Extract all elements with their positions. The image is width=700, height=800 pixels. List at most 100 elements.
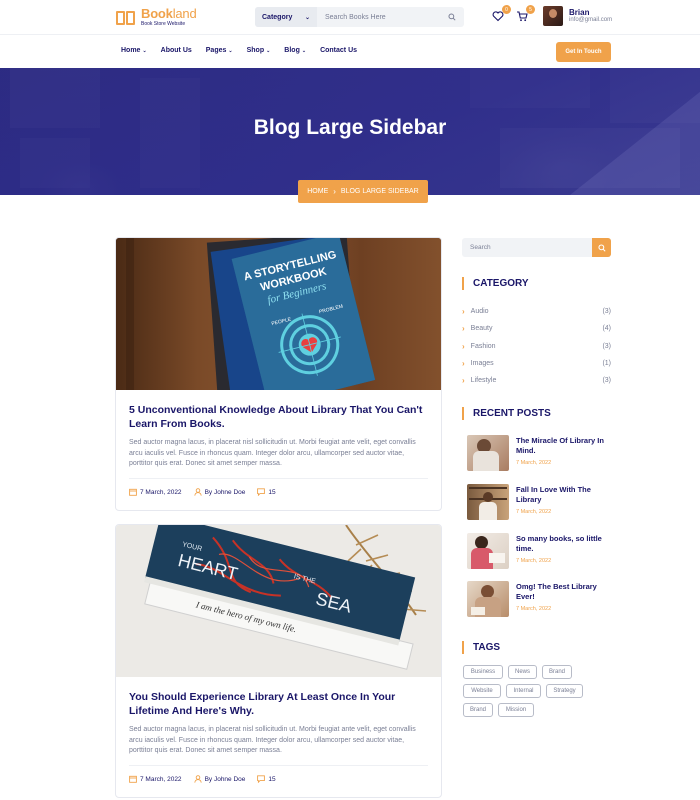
chevron-down-icon: ⌄ xyxy=(266,48,271,54)
search-icon xyxy=(597,243,606,252)
nav-item-about[interactable]: About Us xyxy=(161,47,192,54)
post-image[interactable]: I am the hero of my own life. YOUR HEART… xyxy=(116,525,441,677)
wishlist-count-badge: 0 xyxy=(502,5,511,14)
post-meta: 7 March, 2022 By Johne Doe 15 xyxy=(116,479,441,497)
comment-icon xyxy=(257,488,266,497)
recent-post-title[interactable]: So many books, so little time. xyxy=(516,534,612,554)
recent-post-item[interactable]: Fall In Love With The Library 7 March, 2… xyxy=(467,484,612,520)
tag-chip[interactable]: Website xyxy=(463,684,501,698)
nav-item-contact[interactable]: Contact Us xyxy=(320,47,357,54)
post-date: 7 March, 2022 xyxy=(129,488,182,496)
user-icon xyxy=(193,488,202,496)
wishlist-button[interactable]: 0 xyxy=(492,5,511,23)
recent-posts-widget-title: RECENT POSTS xyxy=(462,407,551,420)
post-title[interactable]: 5 Unconventional Knowledge About Library… xyxy=(116,390,441,432)
sidebar-search-button[interactable] xyxy=(592,238,611,257)
page-title: Blog Large Sidebar xyxy=(253,116,447,139)
recent-post-date: 7 March, 2022 xyxy=(516,460,552,467)
user-name: Brian xyxy=(569,7,590,17)
nav-item-home[interactable]: Home ⌄ xyxy=(121,47,147,54)
recent-post-thumbnail[interactable] xyxy=(467,533,509,569)
search-input[interactable]: Search Books Here xyxy=(317,7,464,27)
post-image[interactable]: A STORYTELLING WORKBOOK for Beginners PE… xyxy=(116,238,441,390)
recent-post-title[interactable]: Fall In Love With The Library xyxy=(516,485,612,505)
cart-count-badge: 5 xyxy=(526,5,535,14)
category-item[interactable]: › Beauty (4) xyxy=(462,320,611,337)
recent-post-thumbnail[interactable] xyxy=(467,581,509,617)
user-email: info@gmail.com xyxy=(569,17,613,24)
get-in-touch-button[interactable]: Get In Touch xyxy=(556,42,611,62)
header-search: Category ⌄ Search Books Here xyxy=(255,7,464,27)
breadcrumb-home[interactable]: HOME xyxy=(307,188,328,195)
recent-post-thumbnail[interactable] xyxy=(467,484,509,520)
blog-post-card: A STORYTELLING WORKBOOK for Beginners PE… xyxy=(115,237,442,511)
post-meta: 7 March, 2022 By Johne Doe 15 xyxy=(116,766,441,784)
category-item[interactable]: › Fashion (3) xyxy=(462,338,611,355)
chevron-right-icon: › xyxy=(462,324,465,334)
search-placeholder: Search Books Here xyxy=(325,13,386,21)
chevron-down-icon: ⌄ xyxy=(304,14,310,21)
book-logo-icon xyxy=(116,9,136,26)
nav-item-blog[interactable]: Blog ⌄ xyxy=(284,47,306,54)
sidebar-search: Search xyxy=(462,238,611,257)
recent-post-date: 7 March, 2022 xyxy=(516,606,552,613)
site-logo[interactable]: Bookland Book Store Website xyxy=(116,6,197,27)
category-item[interactable]: › Images (1) xyxy=(462,355,611,372)
recent-post-title[interactable]: Omg! The Best Library Ever! xyxy=(516,582,612,602)
cart-button[interactable]: 5 xyxy=(516,5,535,23)
blog-post-card: I am the hero of my own life. YOUR HEART… xyxy=(115,524,442,798)
breadcrumb-current: BLOG LARGE SIDEBAR xyxy=(340,188,419,195)
tag-chip[interactable]: Business xyxy=(463,665,503,679)
logo-name: Bookland xyxy=(141,6,197,21)
category-item[interactable]: › Lifestyle (3) xyxy=(462,372,611,389)
sidebar-search-input[interactable]: Search xyxy=(462,238,592,257)
chevron-right-icon: › xyxy=(462,376,465,386)
recent-post-title[interactable]: The Miracle Of Library In Mind. xyxy=(516,436,612,456)
post-date: 7 March, 2022 xyxy=(129,775,182,783)
nav-item-shop[interactable]: Shop ⌄ xyxy=(247,47,271,54)
recent-post-date: 7 March, 2022 xyxy=(516,509,552,516)
calendar-icon xyxy=(129,489,137,496)
category-list: › Audio (3) › Beauty (4) › Fashion (3) › Images… xyxy=(462,303,611,389)
logo-tagline: Book Store Website xyxy=(141,21,186,27)
recent-post-date: 7 March, 2022 xyxy=(516,558,552,565)
tag-chip[interactable]: News xyxy=(508,665,537,679)
tag-chip[interactable]: Mission xyxy=(498,703,534,717)
tag-chip[interactable]: Strategy xyxy=(546,684,583,698)
tag-chip[interactable]: Brand xyxy=(463,703,493,717)
tags-widget-title: TAGS xyxy=(462,641,500,654)
tag-chip[interactable]: Internal xyxy=(506,684,541,698)
category-select-label: Category xyxy=(262,13,293,21)
post-author[interactable]: By Johne Doe xyxy=(193,775,245,783)
calendar-icon xyxy=(129,776,137,783)
chevron-down-icon: ⌄ xyxy=(228,48,233,54)
nav-item-pages[interactable]: Pages ⌄ xyxy=(206,47,233,54)
chevron-right-icon: › xyxy=(462,359,465,369)
post-comments[interactable]: 15 xyxy=(257,775,276,784)
main-nav: Home ⌄ About Us Pages ⌄ Shop ⌄ Blog ⌄ Contac… xyxy=(0,34,700,68)
chevron-down-icon: ⌄ xyxy=(301,48,307,54)
recent-post-item[interactable]: So many books, so little time. 7 March, … xyxy=(467,533,612,569)
post-author[interactable]: By Johne Doe xyxy=(193,488,245,496)
chevron-down-icon: ⌄ xyxy=(142,48,147,54)
chevron-right-icon: › xyxy=(462,341,465,351)
recent-post-item[interactable]: The Miracle Of Library In Mind. 7 March,… xyxy=(467,435,612,471)
chevron-right-icon: › xyxy=(333,187,336,196)
category-select[interactable]: Category ⌄ xyxy=(255,7,317,27)
avatar xyxy=(543,6,563,26)
top-header: Bookland Book Store Website Category ⌄ S… xyxy=(0,0,700,34)
user-menu[interactable]: Brian info@gmail.com xyxy=(543,6,612,26)
category-widget-title: CATEGORY xyxy=(462,277,529,290)
tag-chip[interactable]: Brand xyxy=(542,665,572,679)
post-excerpt: Sed auctor magna lacus, in placerat nisl… xyxy=(129,438,416,468)
search-icon[interactable] xyxy=(448,13,456,21)
nav-menu: Home ⌄ About Us Pages ⌄ Shop ⌄ Blog ⌄ Contac… xyxy=(121,47,371,54)
breadcrumb: HOME › BLOG LARGE SIDEBAR xyxy=(298,180,428,203)
category-item[interactable]: › Audio (3) xyxy=(462,303,611,320)
post-comments[interactable]: 15 xyxy=(257,488,276,497)
comment-icon xyxy=(257,775,266,784)
recent-post-thumbnail[interactable] xyxy=(467,435,509,471)
post-excerpt: Sed auctor magna lacus, in placerat nisl… xyxy=(129,725,416,755)
recent-post-item[interactable]: Omg! The Best Library Ever! 7 March, 202… xyxy=(467,581,612,617)
post-title[interactable]: You Should Experience Library At Least O… xyxy=(116,677,441,719)
